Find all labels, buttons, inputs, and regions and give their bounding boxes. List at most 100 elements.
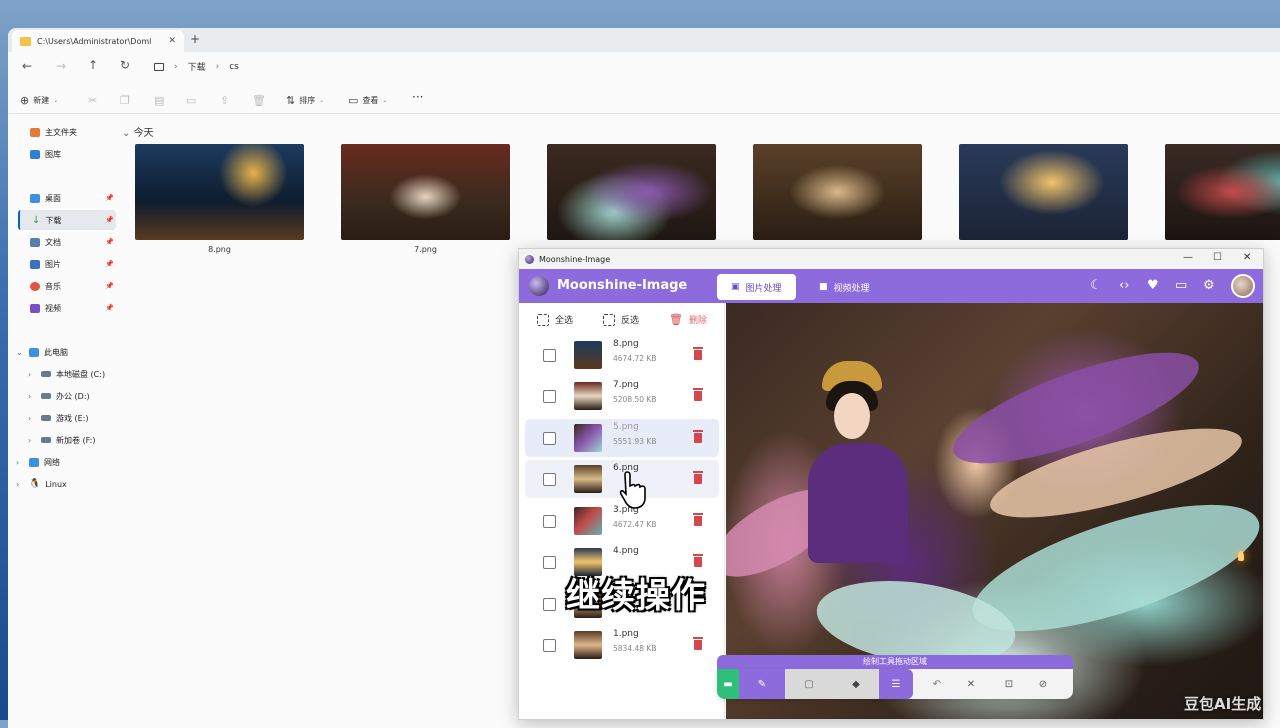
monitor-icon[interactable] (154, 62, 164, 71)
file-checkbox[interactable] (543, 639, 556, 652)
file-checkbox[interactable] (543, 598, 556, 611)
tab-video-processing[interactable]: ■ 视频处理 (805, 274, 884, 300)
sidebar-item-network[interactable]: › 网络 (10, 452, 108, 472)
file-name[interactable]: 7.png (341, 245, 510, 254)
file-checkbox[interactable] (543, 473, 556, 486)
cut-icon[interactable]: ✂ (88, 94, 97, 107)
rectangle-icon[interactable]: ▢ (785, 669, 833, 699)
file-thumbnail[interactable] (753, 144, 922, 240)
heart-icon[interactable]: ♥ (1147, 278, 1159, 293)
sidebar-item-home[interactable]: 主文件夹 (18, 122, 116, 142)
rename-icon[interactable]: ▭ (186, 94, 196, 107)
hide-icon[interactable]: ⊘ (1029, 669, 1057, 699)
adjust-icon[interactable]: ☰ (879, 669, 913, 699)
sidebar-item-videos[interactable]: 视频 📌 (18, 298, 116, 318)
file-size: 5208.50 KB (613, 395, 657, 404)
file-checkbox[interactable] (543, 432, 556, 445)
file-list-item[interactable]: 7.png 5208.50 KB (525, 377, 719, 415)
breadcrumb-item[interactable]: 下载 (188, 60, 206, 73)
view-button[interactable]: ▭ 查看 ⌄ (348, 94, 387, 107)
delete-file-icon[interactable] (693, 471, 703, 484)
breadcrumb: › 下载 › cs (154, 60, 239, 73)
moon-icon[interactable]: ☾ (1090, 278, 1102, 293)
sidebar-item-drive-c[interactable]: › 本地磁盘 (C:) (18, 364, 116, 384)
sidebar-item-desktop[interactable]: 桌面 📌 (18, 188, 116, 208)
tab-close-icon[interactable]: ✕ (168, 36, 176, 46)
file-thumbnail (574, 631, 602, 659)
sidebar-item-this-pc[interactable]: ⌄ 此电脑 (10, 342, 108, 362)
new-button[interactable]: ⊕ 新建 ⌄ (20, 94, 58, 107)
file-checkbox[interactable] (543, 515, 556, 528)
close-icon[interactable]: ✕ (1243, 252, 1251, 263)
delete-icon[interactable]: 🗑 (252, 94, 266, 107)
sort-button[interactable]: ⇅ 排序 ⌄ (286, 94, 324, 107)
up-icon[interactable]: ↑ (88, 58, 98, 72)
share-icon[interactable]: ⇪ (220, 94, 229, 107)
sidebar-item-downloads[interactable]: ↓ 下载 📌 (18, 210, 116, 230)
file-thumbnail[interactable] (135, 144, 304, 240)
file-list-item[interactable]: 5.png 5551.93 KB (525, 419, 719, 457)
delete-selected-button[interactable]: 🗑 删除 (669, 313, 707, 326)
sidebar-item-documents[interactable]: 文档 📌 (18, 232, 116, 252)
sidebar-item-pictures[interactable]: 图片 📌 (18, 254, 116, 274)
color-swatch-icon[interactable]: ▬ (717, 669, 739, 699)
avatar[interactable] (1231, 274, 1255, 298)
drawing-toolbar-drag-handle[interactable]: 绘制工具拖动区域 (717, 655, 1073, 669)
new-tab-button[interactable]: + (190, 32, 200, 46)
delete-file-icon[interactable] (693, 388, 703, 401)
sidebar-item-music[interactable]: 音乐 📌 (18, 276, 116, 296)
undo-icon[interactable]: ↶ (923, 669, 951, 699)
invert-label: 反选 (621, 316, 640, 326)
sidebar-item-gallery[interactable]: 图库 (18, 144, 116, 164)
maximize-icon[interactable]: ☐ (1213, 252, 1222, 263)
file-list-item[interactable]: 1.png 5834.48 KB (525, 626, 719, 664)
delete-file-icon[interactable] (693, 554, 703, 567)
terminal-icon[interactable]: ▭ (1175, 278, 1187, 293)
close-icon[interactable]: ✕ (957, 669, 985, 699)
paste-icon[interactable]: ▤ (154, 94, 164, 107)
file-thumbnail[interactable] (547, 144, 716, 240)
more-button[interactable]: ··· (412, 90, 423, 104)
invert-selection-button[interactable]: 反选 (603, 313, 639, 326)
breadcrumb-item[interactable]: cs (229, 62, 239, 72)
file-checkbox[interactable] (543, 390, 556, 403)
sidebar-item-drive-d[interactable]: › 办公 (D:) (18, 386, 116, 406)
sidebar-item-drive-f[interactable]: › 新加卷 (F:) (18, 430, 116, 450)
sidebar-item-label: 视频 (45, 303, 61, 313)
tab-image-processing[interactable]: ▣ 图片处理 (717, 274, 796, 300)
file-name: 7.png (613, 380, 639, 390)
eraser-icon[interactable]: ◆ (833, 669, 879, 699)
sidebar-item-drive-e[interactable]: › 游戏 (E:) (18, 408, 116, 428)
sidebar-item-linux[interactable]: › 🐧 Linux (10, 474, 108, 494)
fit-icon[interactable]: ⊡ (995, 669, 1023, 699)
forward-icon[interactable]: → (56, 59, 66, 73)
explorer-tab-title: C:\Users\Administrator\Doml (37, 36, 152, 46)
group-header-today[interactable]: ⌄ 今天 (122, 124, 154, 139)
drawing-toolbar[interactable]: 绘制工具拖动区域 ▬ ✎ ▢ ◆ ☰ ↶ ✕ ⊡ ⊘ (717, 655, 1077, 707)
gear-icon[interactable]: ⚙ (1203, 278, 1215, 293)
pen-icon[interactable]: ✎ (739, 669, 785, 699)
file-thumbnail[interactable] (341, 144, 510, 240)
file-checkbox[interactable] (543, 349, 556, 362)
file-name[interactable]: 8.png (135, 245, 304, 254)
delete-file-icon[interactable] (693, 347, 703, 360)
refresh-icon[interactable]: ↻ (120, 58, 130, 72)
tab-label: 视频处理 (833, 283, 870, 294)
file-thumbnail[interactable] (1165, 144, 1280, 240)
delete-file-icon[interactable] (693, 430, 703, 443)
explorer-navbar: ← → ↑ ↻ › 下载 › cs (8, 52, 1280, 82)
select-all-button[interactable]: 全选 (537, 313, 573, 326)
file-list-item[interactable]: 8.png 4674.72 KB (525, 336, 719, 374)
file-thumbnail[interactable] (959, 144, 1128, 240)
explorer-tab[interactable]: C:\Users\Administrator\Doml ✕ (12, 30, 184, 52)
code-icon[interactable]: ‹› (1119, 278, 1129, 293)
delete-file-icon[interactable] (693, 637, 703, 650)
minimize-icon[interactable]: — (1183, 252, 1193, 263)
group-header-label: 今天 (133, 128, 154, 139)
back-icon[interactable]: ← (22, 59, 32, 73)
delete-file-icon[interactable] (693, 513, 703, 526)
new-label: 新建 (33, 96, 50, 105)
file-checkbox[interactable] (543, 556, 556, 569)
copy-icon[interactable]: ❐ (120, 94, 130, 107)
file-thumbnail (574, 465, 602, 493)
